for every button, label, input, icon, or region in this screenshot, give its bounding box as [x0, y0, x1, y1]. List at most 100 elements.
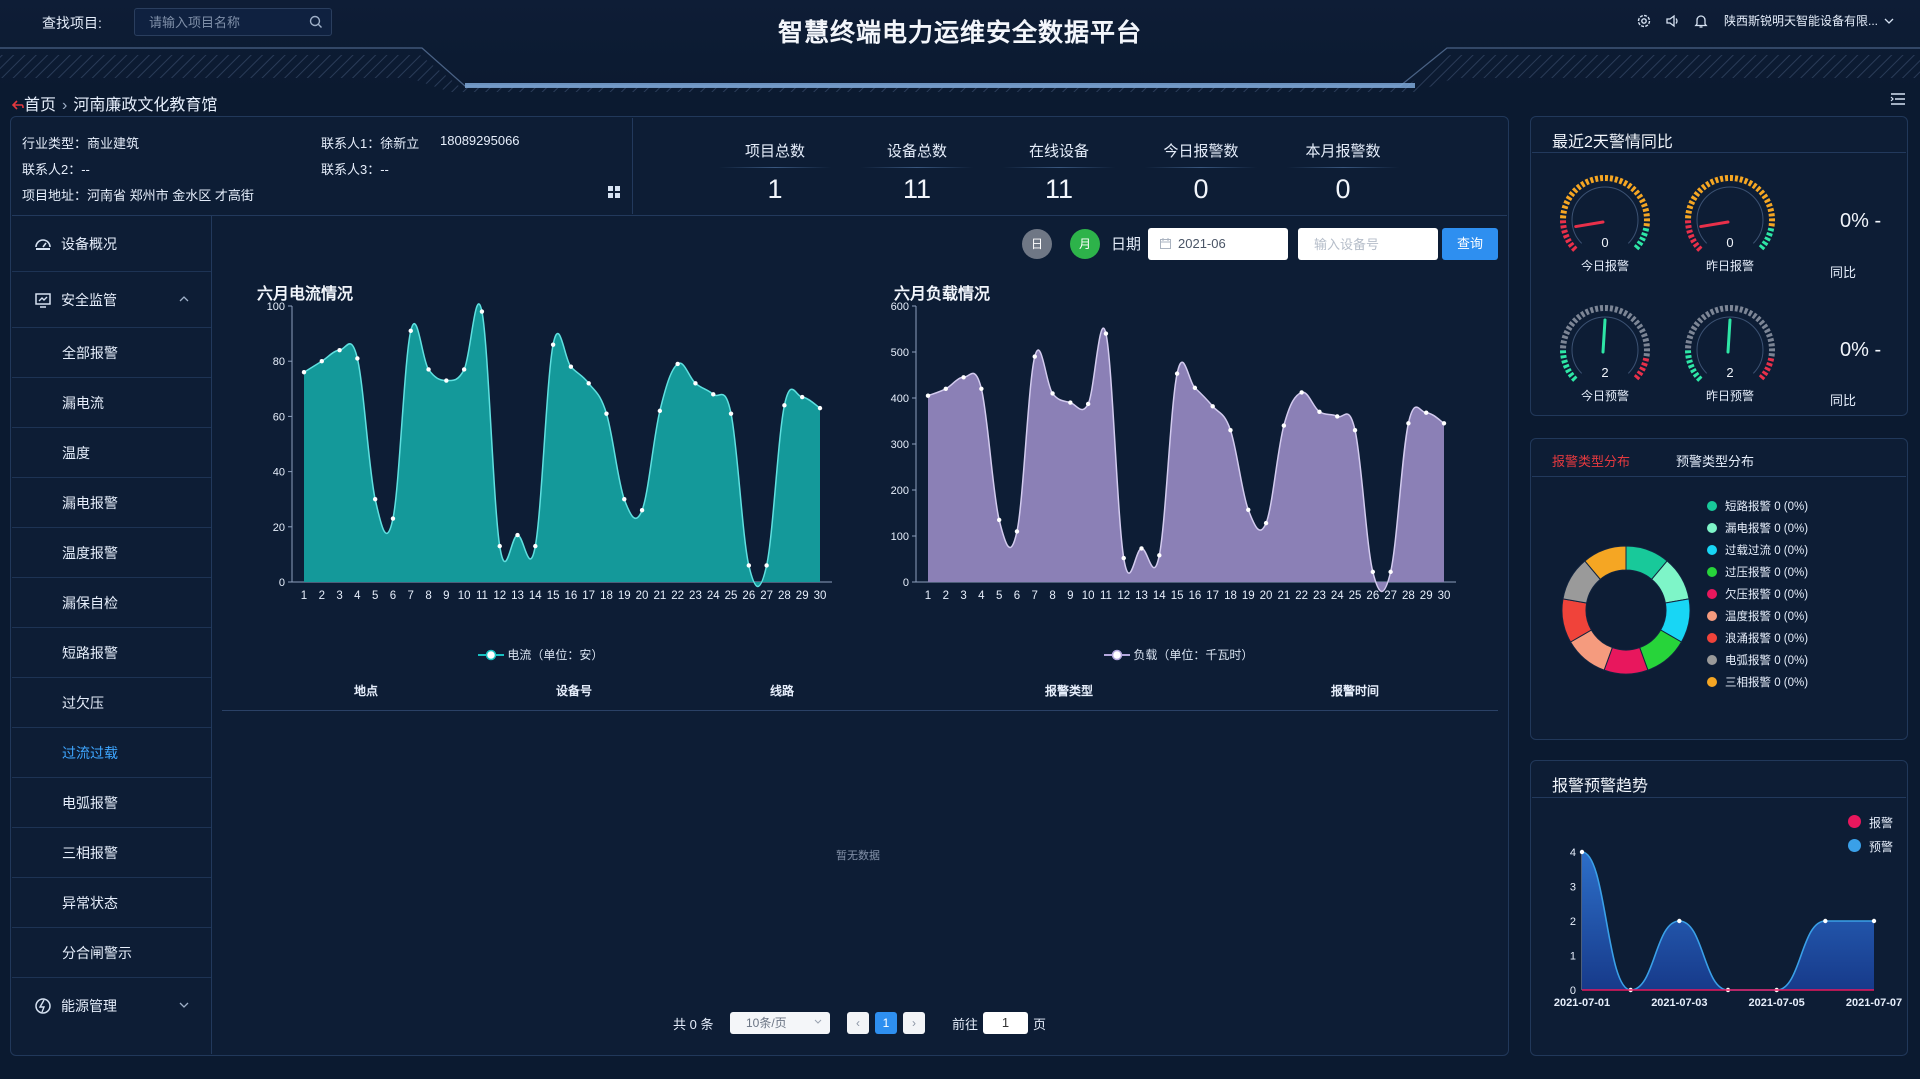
- gauge-tick: [1709, 178, 1715, 186]
- sidebar-item[interactable]: 电弧报警: [12, 778, 211, 828]
- x-tick-label: 1: [301, 590, 307, 602]
- x-tick-label: 6: [390, 590, 396, 602]
- gauge-tick: [1642, 227, 1650, 232]
- trend-legend-alarm: 报警: [1848, 814, 1893, 831]
- pager-total: 共 0 条: [673, 1017, 714, 1032]
- next-page-button[interactable]: ›: [903, 1012, 925, 1034]
- gauge-tick: [1618, 307, 1624, 315]
- data-point: [1299, 390, 1304, 395]
- gauge-tick: [1761, 193, 1769, 200]
- menu-toggle-icon[interactable]: [1890, 91, 1906, 107]
- date-picker[interactable]: 2021-06: [1148, 228, 1288, 260]
- gauge-tick: [1747, 179, 1754, 187]
- query-button[interactable]: 查询: [1442, 228, 1498, 260]
- energy-icon: [35, 998, 51, 1014]
- gauge-tick: [1755, 185, 1762, 193]
- gauge-tick: [1630, 315, 1637, 323]
- sidebar-item[interactable]: 过流过载: [12, 728, 211, 778]
- gauge-tick: [1561, 359, 1568, 364]
- sidebar-item[interactable]: 全部报警: [12, 328, 211, 378]
- nav-device-overview[interactable]: 设备概况: [12, 216, 211, 272]
- contact1: 联系人1：徐新立: [321, 136, 420, 151]
- gauge-tick: [1690, 367, 1697, 374]
- sidebar-item[interactable]: 漏电报警: [12, 478, 211, 528]
- x-tick-label: 19: [618, 590, 631, 602]
- stat-card: 今日报警数 0: [1131, 140, 1271, 205]
- x-tick-label: 4: [354, 590, 361, 602]
- x-tick-label: 7: [408, 590, 414, 602]
- chevron-down-icon: [179, 1002, 189, 1008]
- data-point: [1335, 414, 1340, 419]
- x-tick-label: 16: [1188, 590, 1201, 602]
- x-tick-label: 2021-07-07: [1846, 997, 1902, 1009]
- back-arrow-icon[interactable]: [11, 99, 24, 111]
- sidebar-item-label: 温度报警: [62, 545, 118, 561]
- day-button[interactable]: 日: [1022, 229, 1052, 259]
- month-button[interactable]: 月: [1070, 229, 1100, 259]
- legend-label: 电流（单位：安）: [507, 648, 604, 662]
- sidebar-item[interactable]: 漏电流: [12, 378, 211, 428]
- gauge-tick: [1563, 329, 1571, 336]
- stat-card: 本月报警数 0: [1273, 140, 1413, 205]
- stat-underline: [719, 167, 831, 168]
- gauge-tick: [1633, 374, 1641, 381]
- prev-page-button[interactable]: ‹: [847, 1012, 869, 1034]
- company-name[interactable]: 陕西斯锐明天智能设备有限...: [1724, 12, 1894, 29]
- gauge-tick: [1633, 189, 1641, 196]
- x-tick-label: 5: [372, 590, 378, 602]
- nav-safety-monitoring[interactable]: 安全监管: [12, 272, 211, 328]
- device-number-field[interactable]: [1298, 228, 1438, 260]
- divider: [632, 118, 633, 214]
- current-page-button[interactable]: 1: [875, 1012, 897, 1034]
- data-point: [1281, 423, 1287, 428]
- legend-dot: [1707, 589, 1717, 599]
- data-point: [1174, 371, 1180, 376]
- gauge-tick: [1614, 176, 1619, 183]
- nav-label: 能源管理: [61, 998, 117, 1014]
- tab-warn-distribution[interactable]: 预警类型分布: [1676, 451, 1754, 470]
- trend-title: 报警预警趋势: [1552, 778, 1649, 795]
- sidebar-item[interactable]: 温度: [12, 428, 211, 478]
- sidebar-item[interactable]: 异常状态: [12, 878, 211, 928]
- gauge-tick: [1568, 191, 1576, 198]
- data-point: [1210, 404, 1215, 409]
- tab-alarm-distribution[interactable]: 报警类型分布: [1552, 451, 1630, 470]
- data-point: [408, 328, 413, 334]
- speaker-icon[interactable]: [1665, 13, 1681, 29]
- table-empty-text: 暂无数据: [836, 850, 880, 862]
- bell-icon[interactable]: [1693, 13, 1709, 29]
- gauge-value: 0: [1601, 235, 1608, 250]
- goto-page-input[interactable]: 1: [983, 1012, 1028, 1034]
- stat-card: 在线设备 11: [989, 140, 1129, 205]
- sidebar-item[interactable]: 温度报警: [12, 528, 211, 578]
- x-tick-label: 12: [1117, 590, 1130, 602]
- page-suffix: 页: [1033, 1017, 1047, 1032]
- stat-card: 项目总数 1: [705, 140, 845, 205]
- gauge-tick: [1562, 233, 1570, 239]
- sidebar-item[interactable]: 过欠压: [12, 678, 211, 728]
- breadcrumb-home[interactable]: 首页: [24, 97, 56, 114]
- page-size-select[interactable]: 10条/页: [730, 1012, 830, 1034]
- data-point: [337, 347, 342, 353]
- y-tick-label: 300: [891, 439, 909, 451]
- data-point: [996, 517, 1002, 523]
- nav-energy-management[interactable]: 能源管理: [12, 978, 211, 1034]
- device-number-input[interactable]: [1298, 228, 1436, 260]
- sidebar-item[interactable]: 三相报警: [12, 828, 211, 878]
- gauge-tick: [1747, 309, 1754, 317]
- gauge-tick: [1565, 325, 1573, 331]
- sidebar-item[interactable]: 分合闸警示: [12, 928, 211, 978]
- x-tick-label: 22: [1295, 590, 1308, 602]
- settings-icon[interactable]: [1636, 13, 1652, 29]
- grid-icon[interactable]: [608, 186, 620, 198]
- y-tick-label: 100: [891, 531, 909, 543]
- stat-underline: [1287, 167, 1399, 168]
- gauge-tick: [1764, 366, 1771, 372]
- x-tick-label: 2: [943, 590, 949, 602]
- sidebar-item[interactable]: 短路报警: [12, 628, 211, 678]
- data-point: [746, 563, 752, 568]
- y-tick-label: 3: [1570, 882, 1576, 894]
- sidebar-item[interactable]: 漏保自检: [12, 578, 211, 628]
- nav-label: 设备概况: [61, 236, 117, 252]
- data-point: [1406, 421, 1411, 426]
